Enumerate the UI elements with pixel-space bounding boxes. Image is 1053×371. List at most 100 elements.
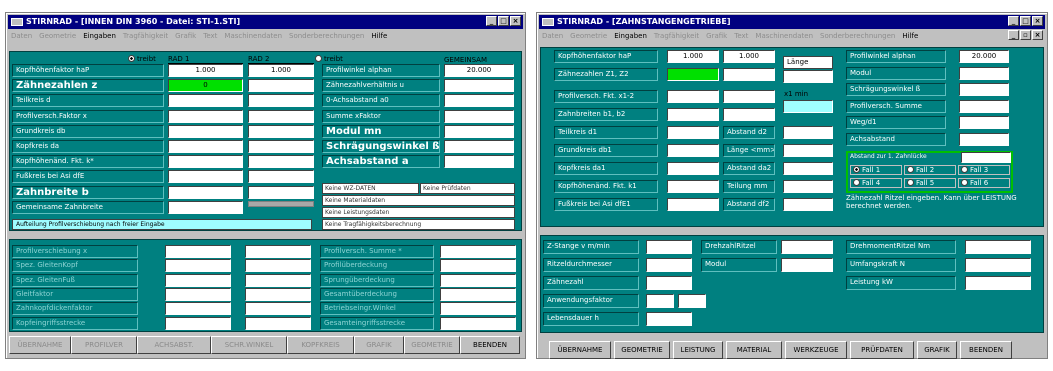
button-5[interactable]: PRÜFDATEN <box>850 341 914 359</box>
input-mid-b-0[interactable] <box>783 126 833 139</box>
input-left-a-0[interactable] <box>667 90 719 103</box>
menu-maschinendaten[interactable]: Maschinendaten <box>224 30 282 42</box>
input-gemeinsam-5[interactable] <box>444 140 514 153</box>
button-2[interactable]: ACHSABST. <box>137 336 211 354</box>
input-mid-b-2[interactable] <box>783 162 833 175</box>
input-left-b-0[interactable] <box>723 90 775 103</box>
input-left-b-1[interactable] <box>723 108 775 121</box>
menu-text[interactable]: Text <box>203 30 217 42</box>
treibt-radio-2[interactable]: treibt <box>315 54 343 64</box>
radio-fall-6[interactable]: Fall 6 <box>958 178 1010 188</box>
menu-grafik[interactable]: Grafik <box>175 30 196 42</box>
input-kopf-1[interactable]: 1.000 <box>667 50 719 63</box>
button-0[interactable]: ÜBERNAHME <box>549 341 611 359</box>
button-2[interactable]: LEISTUNG <box>673 341 723 359</box>
menu-geometrie[interactable]: Geometrie <box>39 30 76 42</box>
input-rad2-row-8[interactable] <box>248 185 314 199</box>
button-1[interactable]: GEOMETRIE <box>614 341 670 359</box>
menu-text[interactable]: Text <box>734 30 748 42</box>
button-0[interactable]: ÜBERNAHME <box>9 336 71 354</box>
input-right-4[interactable] <box>959 116 1009 129</box>
input-gemeinsam-6[interactable] <box>444 155 514 169</box>
input-rad1-row-3[interactable] <box>168 109 243 123</box>
radio-fall-2[interactable]: Fall 2 <box>904 165 956 175</box>
button-4[interactable]: WERKZEUGE <box>785 341 847 359</box>
input-rad1-row-5[interactable] <box>168 140 243 153</box>
button-7[interactable]: BEENDEN <box>960 341 1012 359</box>
radio-fall-5[interactable]: Fall 5 <box>904 178 956 188</box>
input-laenge[interactable] <box>783 70 833 83</box>
input-lower-mid-0[interactable] <box>781 240 833 254</box>
menu-geometrie[interactable]: Geometrie <box>570 30 607 42</box>
input-mid-a-4[interactable] <box>667 198 719 211</box>
minimize-icon[interactable]: _ <box>486 16 497 26</box>
input-right-5[interactable] <box>959 132 1009 146</box>
input-right-3[interactable] <box>959 99 1009 113</box>
menu-daten[interactable]: Daten <box>11 30 32 42</box>
input-rad2-row-2[interactable] <box>248 94 314 108</box>
menu-tragfaehigkeit[interactable]: Tragfähigkeit <box>123 30 168 42</box>
menu-daten[interactable]: Daten <box>542 30 563 42</box>
input-rad1-row-8[interactable] <box>168 185 243 199</box>
input-abstand[interactable] <box>961 152 1011 163</box>
input-mid-a-1[interactable] <box>667 144 719 157</box>
input-kopf-2[interactable]: 1.000 <box>723 50 775 63</box>
input-rad1-row-7[interactable] <box>168 170 243 184</box>
input-rad1-row-6[interactable] <box>168 155 243 169</box>
menu-sonderberechnungen[interactable]: Sonderberechnungen <box>289 30 364 42</box>
menu-hilfe[interactable]: Hilfe <box>902 30 918 42</box>
input-ritzeldurchmesser[interactable] <box>646 258 692 272</box>
input-z1[interactable] <box>667 68 719 81</box>
button-6[interactable]: GEOMETRIE <box>404 336 460 354</box>
input-lower-mid-1[interactable] <box>781 258 833 272</box>
input-gemeinsam-3[interactable] <box>444 109 514 123</box>
menu-maschinendaten[interactable]: Maschinendaten <box>755 30 813 42</box>
input-mid-b-1[interactable] <box>783 144 833 157</box>
menu-eingaben[interactable]: Eingaben <box>614 30 647 42</box>
input-gemeinsam-2[interactable] <box>444 94 514 108</box>
mdi-close-icon[interactable]: × <box>1032 30 1043 40</box>
input-rad1-row-2[interactable] <box>168 94 243 108</box>
input-rad2-row-6[interactable] <box>248 155 314 169</box>
input-z-stange[interactable] <box>646 240 692 254</box>
maximize-icon[interactable]: □ <box>1020 16 1031 26</box>
input-lower-right-2[interactable] <box>965 276 1031 290</box>
input-rad1-row-0[interactable]: 1.000 <box>168 64 243 77</box>
input-mid-a-2[interactable] <box>667 162 719 175</box>
radio-fall-1[interactable]: Fall 1 <box>850 165 902 175</box>
radio-fall-4[interactable]: Fall 4 <box>850 178 902 188</box>
input-gemeinsam-0[interactable]: 20.000 <box>444 64 514 77</box>
input-rad2-row-3[interactable] <box>248 109 314 123</box>
input-gemeinsame-zahnbreite[interactable] <box>168 200 243 214</box>
input-rad2-row-0[interactable]: 1.000 <box>248 64 314 77</box>
radio-fall-3[interactable]: Fall 3 <box>958 165 1010 175</box>
button-7[interactable]: BEENDEN <box>460 336 520 354</box>
input-mid-a-3[interactable] <box>667 180 719 193</box>
close-icon[interactable]: × <box>1032 16 1043 26</box>
button-6[interactable]: GRAFIK <box>917 341 957 359</box>
menu-eingaben[interactable]: Eingaben <box>83 30 116 42</box>
input-anwendungsfaktor-a[interactable] <box>646 294 674 308</box>
input-mid-b-3[interactable] <box>783 180 833 193</box>
input-right-1[interactable] <box>959 66 1009 80</box>
mdi-restore-icon[interactable]: ▫ <box>1020 30 1031 40</box>
button-3[interactable]: SCHR.WINKEL <box>211 336 287 354</box>
input-rad2-row-7[interactable] <box>248 170 314 184</box>
input-rad1-row-1[interactable]: 0 <box>168 79 243 93</box>
menu-hilfe[interactable]: Hilfe <box>371 30 387 42</box>
input-mid-b-4[interactable] <box>783 198 833 211</box>
maximize-icon[interactable]: □ <box>498 16 509 26</box>
input-rad1-row-4[interactable] <box>168 124 243 138</box>
input-lebensdauer[interactable] <box>646 312 692 326</box>
menu-sonderberechnungen[interactable]: Sonderberechnungen <box>820 30 895 42</box>
input-right-2[interactable] <box>959 83 1009 96</box>
input-mid-a-0[interactable] <box>667 126 719 139</box>
menu-tragfaehigkeit[interactable]: Tragfähigkeit <box>654 30 699 42</box>
minimize-icon[interactable]: _ <box>1008 16 1019 26</box>
input-gemeinsam-4[interactable] <box>444 124 514 138</box>
menu-grafik[interactable]: Grafik <box>706 30 727 42</box>
input-lower-right-1[interactable] <box>965 258 1031 272</box>
input-z2[interactable] <box>723 68 775 81</box>
input-gemeinsam-1[interactable] <box>444 79 514 93</box>
treibt-radio-1[interactable]: treibt <box>128 54 156 64</box>
